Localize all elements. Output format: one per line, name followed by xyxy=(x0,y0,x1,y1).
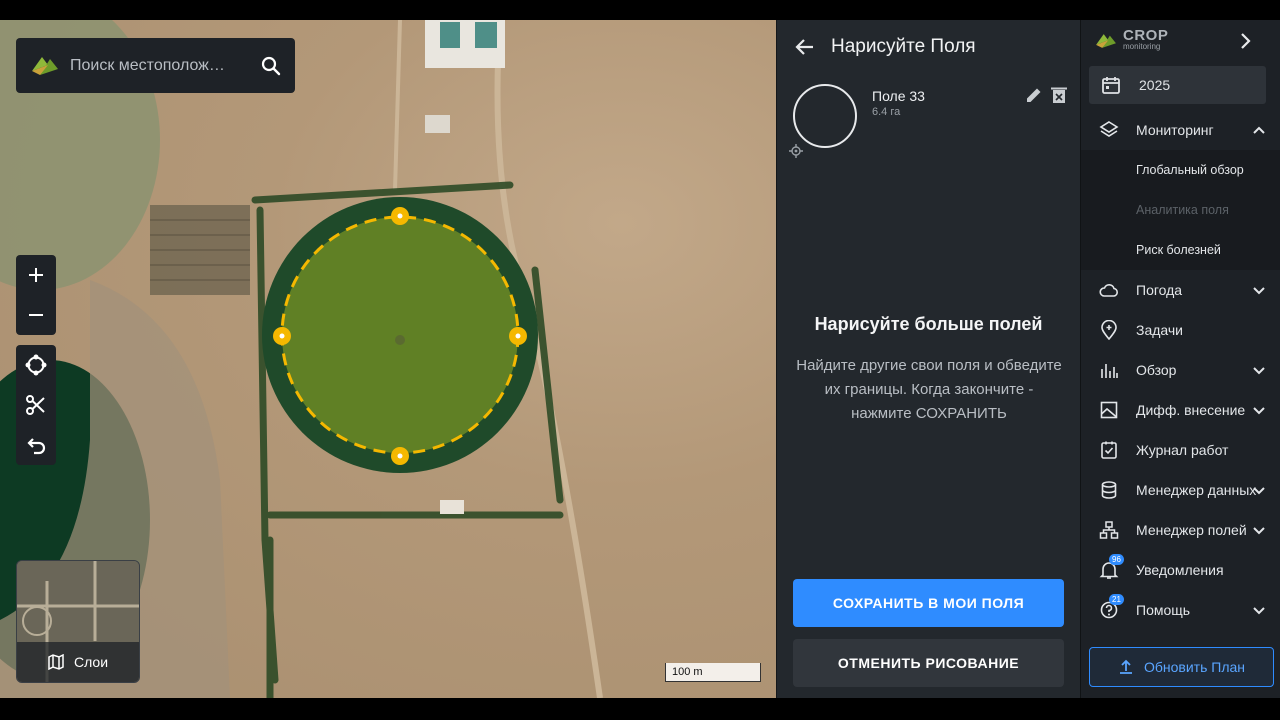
brand-logo[interactable]: CROP monitoring xyxy=(1093,28,1168,54)
search-icon[interactable] xyxy=(259,54,283,78)
cut-button[interactable] xyxy=(16,385,56,425)
undo-icon xyxy=(27,438,46,455)
field-card[interactable]: Поле 33 6.4 га xyxy=(793,82,1073,162)
chevron-down-icon xyxy=(1253,607,1265,615)
field-name: Поле 33 xyxy=(872,88,925,104)
nav-help[interactable]: 21 Помощь xyxy=(1081,590,1280,630)
field-area: 6.4 га xyxy=(872,106,901,118)
map-icon xyxy=(48,654,64,670)
hierarchy-icon xyxy=(1099,521,1119,539)
cancel-drawing-button[interactable]: ОТМЕНИТЬ РИСОВАНИЕ xyxy=(793,639,1064,687)
season-year-selector[interactable]: 2025 xyxy=(1089,66,1266,104)
zoom-in-button[interactable] xyxy=(16,255,56,295)
nav-overview[interactable]: Обзор xyxy=(1081,350,1280,390)
zoom-out-button[interactable] xyxy=(16,295,56,335)
empty-state-title: Нарисуйте больше полей xyxy=(814,314,1043,334)
nav-tasks[interactable]: Задачи xyxy=(1081,310,1280,350)
brand-name: CROP xyxy=(1123,27,1169,44)
layers-label: Слои xyxy=(73,654,109,670)
plus-icon xyxy=(29,268,43,282)
bar-chart-icon xyxy=(1101,364,1118,378)
nav-data-manager[interactable]: Менеджер данных xyxy=(1081,470,1280,510)
bottom-letterbox xyxy=(0,698,1280,720)
draw-tools xyxy=(16,345,56,465)
layers-minimap[interactable]: Слои xyxy=(16,560,140,683)
calendar-icon xyxy=(1102,77,1120,94)
undo-button[interactable] xyxy=(16,425,56,465)
save-to-my-fields-button[interactable]: СОХРАНИТЬ В МОИ ПОЛЯ xyxy=(793,579,1064,627)
nav-disease-risk[interactable]: Риск болезней xyxy=(1081,230,1280,270)
nav-weather[interactable]: Погода xyxy=(1081,270,1280,310)
scale-bar: 100 m xyxy=(665,663,761,682)
location-search[interactable]: Поиск местополож… xyxy=(16,38,295,93)
image-map-icon xyxy=(1100,401,1118,419)
cloud-icon xyxy=(1099,284,1118,297)
chevron-right-icon[interactable] xyxy=(1233,29,1257,53)
minus-icon xyxy=(29,314,43,316)
chevron-down-icon xyxy=(1253,487,1265,495)
search-input[interactable]: Поиск местополож… xyxy=(70,57,259,75)
back-arrow-icon[interactable] xyxy=(793,35,817,59)
nav-global-overview[interactable]: Глобальный обзор xyxy=(1081,150,1280,190)
zoom-controls xyxy=(16,255,56,335)
map-canvas[interactable]: Поиск местополож… Слои 100 m xyxy=(0,20,776,698)
nav-field-manager[interactable]: Менеджер полей xyxy=(1081,510,1280,550)
layers-icon xyxy=(1099,121,1119,137)
top-letterbox xyxy=(0,0,1280,20)
crop-monitoring-logo-icon xyxy=(32,56,58,75)
panel-title: Нарисуйте Поля xyxy=(831,36,976,57)
empty-state-description: Найдите другие свои поля и обведите их г… xyxy=(796,357,1062,422)
scissors-icon xyxy=(26,395,45,415)
chevron-down-icon xyxy=(1253,527,1265,535)
nav-work-journal[interactable]: Журнал работ xyxy=(1081,430,1280,470)
upgrade-plan-button[interactable]: Обновить План xyxy=(1089,647,1274,687)
draw-fields-panel: Нарисуйте Поля Поле 33 6.4 га Нарисуйте … xyxy=(776,20,1080,698)
database-icon xyxy=(1101,481,1117,499)
notifications-badge: 96 xyxy=(1109,554,1124,565)
polygon-icon xyxy=(25,354,47,376)
nav-field-analytics: Аналитика поля xyxy=(1081,190,1280,230)
pencil-icon[interactable] xyxy=(1025,86,1043,104)
draw-polygon-button[interactable] xyxy=(16,345,56,385)
chevron-up-icon xyxy=(1253,126,1265,134)
main-navigation: CROP monitoring 2025 Мониторинг Глобальн… xyxy=(1080,20,1280,698)
location-plus-icon xyxy=(1101,320,1117,340)
chevron-down-icon xyxy=(1253,287,1265,295)
help-badge: 21 xyxy=(1109,594,1124,605)
nav-notifications[interactable]: 96 Уведомления xyxy=(1081,550,1280,590)
nav-monitoring[interactable]: Мониторинг xyxy=(1081,110,1280,150)
crop-monitoring-logo-icon xyxy=(1096,34,1116,48)
season-year: 2025 xyxy=(1139,77,1171,93)
chevron-down-icon xyxy=(1253,367,1265,375)
nav-variable-rate[interactable]: Дифф. внесение xyxy=(1081,390,1280,430)
delete-icon[interactable] xyxy=(1051,86,1067,104)
field-shape-preview xyxy=(793,84,857,148)
locate-field-icon[interactable] xyxy=(789,144,803,158)
clipboard-check-icon xyxy=(1101,441,1117,459)
chevron-down-icon xyxy=(1253,407,1265,415)
upload-icon xyxy=(1119,659,1132,674)
